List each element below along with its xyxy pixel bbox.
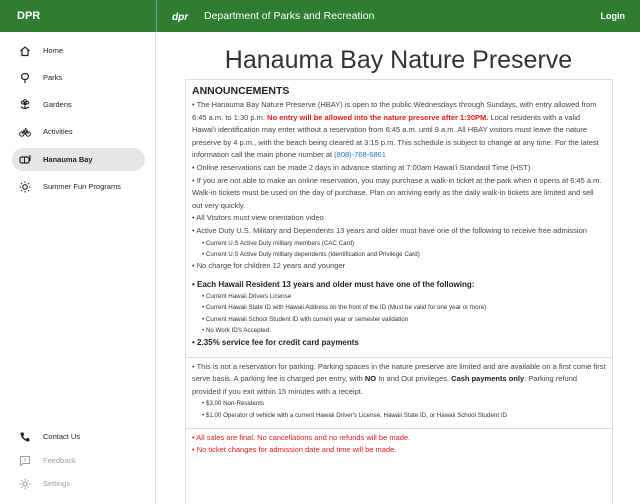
home-icon <box>20 46 30 57</box>
resident-requirements-heading: • Each Hawaii Resident 13 years and olde… <box>192 279 475 289</box>
login-button[interactable]: Login <box>601 0 626 32</box>
announcement-children: • No charge for children 12 years and yo… <box>192 260 346 270</box>
announcement-orientation: • All Visitors must view orientation vid… <box>192 213 324 223</box>
announcements-heading: ANNOUNCEMENTS <box>192 85 290 97</box>
page-title: Hanauma Bay Nature Preserve <box>224 46 573 74</box>
sidebar-item-label: Contact Us <box>43 432 81 441</box>
list-item: • Current U.S Active Duty military depen… <box>202 250 420 258</box>
sidebar-item-summer-fun-programs[interactable]: Summer Fun Programs <box>12 175 145 198</box>
list-item: • Current U.S Active Duty military membe… <box>202 239 355 247</box>
cash-only-label: Cash payments only <box>451 374 525 384</box>
sidebar-item-label: Parks <box>43 73 63 82</box>
sidebar-item-label: Gardens <box>43 100 72 109</box>
no-entry-warning: No entry will be allowed into the nature… <box>267 112 489 122</box>
sidebar-item-label: Home <box>43 46 64 55</box>
brand-label[interactable]: DPR <box>0 0 156 32</box>
sidebar-item-gardens[interactable]: Gardens <box>12 93 145 116</box>
bicycle-icon <box>19 128 31 137</box>
sales-final-notice: • All sales are final. No cancellations … <box>192 432 411 442</box>
announcement-military: • Active Duty U.S. Military and Dependen… <box>192 225 587 235</box>
list-item: • $1.00 Operator of vehicle with a curre… <box>202 411 507 419</box>
phone-icon <box>20 432 30 442</box>
sidebar-item-label: Activities <box>43 127 73 136</box>
sidebar-item-label: Settings <box>43 479 71 488</box>
no-changes-notice: • No ticket changes for admission date a… <box>192 445 397 455</box>
sidebar-nav: Home Parks Gardens Activities Hanauma Ba… <box>0 32 156 504</box>
service-fee-note: • 2.35% service fee for credit card paym… <box>192 337 359 347</box>
sun-icon <box>19 181 31 193</box>
sidebar-item-label: Summer Fun Programs <box>43 182 121 191</box>
list-item: • Current Hawaii School Student ID with … <box>202 315 409 323</box>
header-divider <box>156 0 157 32</box>
section-divider <box>186 427 612 429</box>
sidebar-item-hanauma-bay[interactable]: Hanauma Bay <box>12 148 145 171</box>
parking-no-label: NO <box>364 374 377 384</box>
snorkel-mask-icon <box>19 155 31 164</box>
parking-notice: • This is not a reservation for parking.… <box>192 361 606 399</box>
list-item: • Current Hawaii Drivers License <box>202 293 292 301</box>
svg-text:dpr: dpr <box>172 12 189 23</box>
list-item: • Current Hawaii State ID with Hawaii Ad… <box>202 304 487 312</box>
sidebar-item-home[interactable]: Home <box>12 39 145 62</box>
flower-icon <box>20 99 30 110</box>
list-item: • $3.00 Non-Residents <box>202 400 265 408</box>
sidebar-item-label: Feedback <box>43 456 76 465</box>
sidebar-item-feedback[interactable]: Feedback <box>12 449 145 472</box>
sidebar-item-contact-us[interactable]: Contact Us <box>12 425 145 448</box>
parking-privileges-text: In and Out privileges. <box>376 374 452 384</box>
sidebar-item-settings[interactable]: Settings <box>12 472 145 495</box>
phone-link[interactable]: (808)-768-6861 <box>334 150 386 159</box>
tree-icon <box>21 72 29 83</box>
top-app-bar: DPR dpr Department of Parks and Recreati… <box>0 0 640 32</box>
sidebar-item-parks[interactable]: Parks <box>12 66 145 89</box>
announcement-walk-in: • If you are not able to make an online … <box>192 175 602 210</box>
sidebar-item-label: Hanauma Bay <box>43 155 93 164</box>
main-content: Hanauma Bay Nature Preserve ANNOUNCEMENT… <box>157 32 640 504</box>
list-item: • No Work ID's Accepted <box>202 326 270 334</box>
gear-icon <box>19 478 31 490</box>
feedback-icon <box>19 455 31 467</box>
page-header-title[interactable]: Department of Parks and Recreation <box>204 0 374 32</box>
sidebar-item-activities[interactable]: Activities <box>12 120 145 143</box>
announcement-hours: • The Hanauma Bay Nature Preserve (HBAY)… <box>192 99 606 162</box>
section-divider <box>186 356 612 358</box>
announcement-online-reservations: • Online reservations can be made 2 days… <box>192 162 531 172</box>
dpr-logo-icon: dpr <box>172 12 189 23</box>
announcements-card: ANNOUNCEMENTS • The Hanauma Bay Nature P… <box>185 79 613 504</box>
